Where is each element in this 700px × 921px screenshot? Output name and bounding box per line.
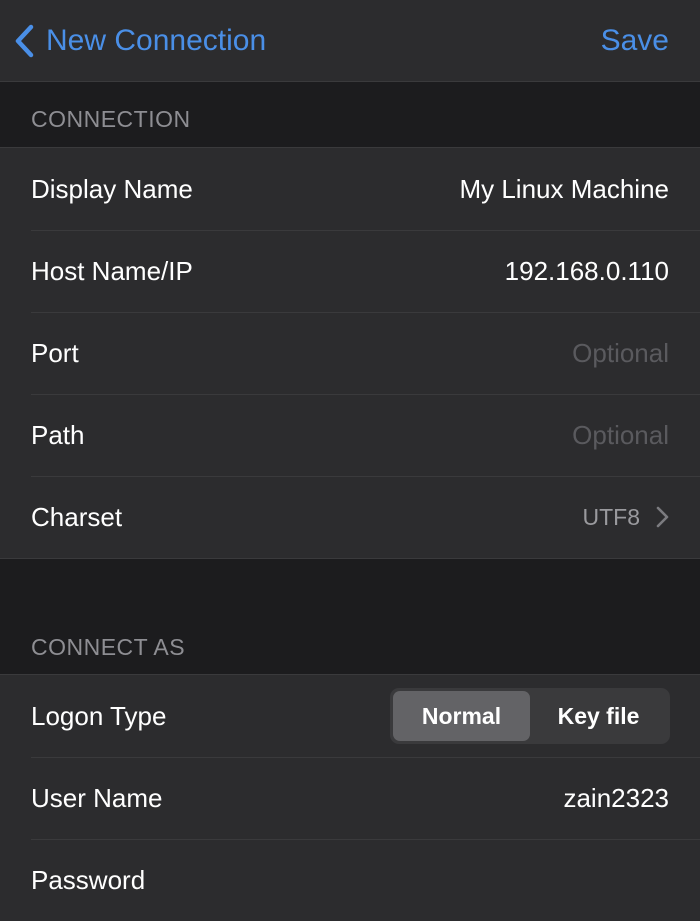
host-name-label: Host Name/IP xyxy=(31,255,193,286)
password-row[interactable]: Password xyxy=(0,839,700,921)
save-button[interactable]: Save xyxy=(601,18,669,64)
connection-group: Display Name My Linux Machine Host Name/… xyxy=(0,147,700,559)
port-field[interactable]: Optional xyxy=(572,338,669,369)
section-header-connection: CONNECTION xyxy=(31,106,191,132)
password-label: Password xyxy=(31,864,146,895)
port-row[interactable]: Port Optional xyxy=(0,312,700,394)
host-name-field[interactable]: 192.168.0.110 xyxy=(505,256,669,287)
display-name-row[interactable]: Display Name My Linux Machine xyxy=(0,148,700,230)
back-button[interactable]: New Connection xyxy=(14,18,266,64)
navigation-bar: New Connection Save xyxy=(0,0,700,82)
chevron-left-icon xyxy=(14,24,34,58)
user-name-label: User Name xyxy=(31,782,163,813)
section-header-connect-as: CONNECT AS xyxy=(31,634,186,660)
path-row[interactable]: Path Optional xyxy=(0,394,700,476)
charset-value: UTF8 xyxy=(582,503,641,530)
back-button-label: New Connection xyxy=(46,24,267,57)
logon-option-normal[interactable]: Normal xyxy=(393,691,530,741)
charset-label: Charset xyxy=(31,501,123,532)
charset-row[interactable]: Charset UTF8 xyxy=(0,476,700,558)
chevron-right-icon xyxy=(656,506,669,528)
connect-as-group: Logon Type Normal Key file User Name zai… xyxy=(0,674,700,921)
logon-type-segmented-control[interactable]: Normal Key file xyxy=(390,688,670,744)
path-field[interactable]: Optional xyxy=(572,420,669,451)
logon-type-label: Logon Type xyxy=(31,700,167,731)
user-name-row[interactable]: User Name zain2323 xyxy=(0,757,700,839)
host-name-row[interactable]: Host Name/IP 192.168.0.110 xyxy=(0,230,700,312)
display-name-label: Display Name xyxy=(31,173,193,204)
logon-type-row: Logon Type Normal Key file xyxy=(0,675,700,757)
path-label: Path xyxy=(31,419,85,450)
logon-option-key-file[interactable]: Key file xyxy=(530,691,667,741)
user-name-field[interactable]: zain2323 xyxy=(563,783,669,814)
port-label: Port xyxy=(31,337,79,368)
display-name-field[interactable]: My Linux Machine xyxy=(459,174,669,205)
